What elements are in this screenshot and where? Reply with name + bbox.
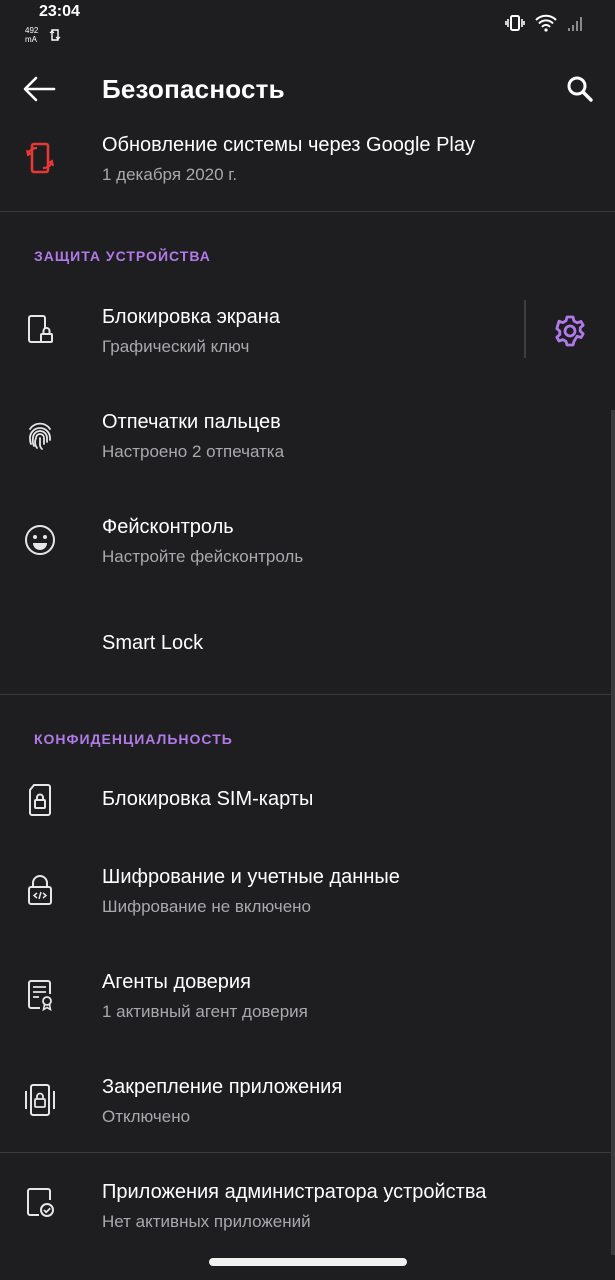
list-item-fingerprints[interactable]: Отпечатки пальцев Настроено 2 отпечатка [0,395,615,479]
encryption-icon [22,872,58,908]
app-pin-icon [22,1082,58,1118]
face-icon [22,522,58,558]
list-item-encryption[interactable]: Шифрование и учетные данные Шифрование н… [0,850,615,934]
item-subtitle: Настройте фейсконтроль [102,547,304,566]
item-subtitle: Графический ключ [102,337,250,356]
list-item-system-update[interactable]: Обновление системы через Google Play 1 д… [0,128,615,212]
item-title: Отпечатки пальцев [102,411,281,433]
wifi-icon [535,14,557,32]
page-title: Безопасность [102,74,285,104]
search-button[interactable] [565,74,597,106]
vertical-separator [524,300,526,358]
list-item-smart-lock[interactable]: Smart Lock [0,610,615,680]
item-subtitle: Нет активных приложений [102,1212,311,1231]
status-current: 492 mA [25,26,39,44]
trust-agent-icon [22,977,58,1013]
rotate-icon [49,28,61,42]
gear-icon [552,313,588,349]
list-item-trust-agents[interactable]: Агенты доверия 1 активный агент доверия [0,955,615,1039]
item-title: Шифрование и учетные данные [102,866,400,888]
search-icon [565,74,597,104]
status-icons [505,14,585,32]
list-item-screen-lock[interactable]: Блокировка экрана Графический ключ [0,290,520,374]
item-title: Блокировка SIM-карты [102,788,314,810]
divider [0,1152,615,1153]
item-title: Фейсконтроль [102,516,234,538]
gesture-nav-handle[interactable] [209,1258,407,1266]
section-header-device-protection: ЗАЩИТА УСТРОЙСТВА [34,248,211,264]
list-item-face-unlock[interactable]: Фейсконтроль Настройте фейсконтроль [0,500,615,584]
signal-icon [567,14,585,32]
item-title: Приложения администратора устройства [102,1181,487,1203]
item-title: Обновление системы через Google Play [102,134,475,156]
status-bar: 23:04 492 mA [0,0,615,52]
item-subtitle: Отключено [102,1107,191,1126]
list-item-sim-lock[interactable]: Блокировка SIM-карты [0,770,615,834]
status-time: 23:04 [39,3,80,20]
app-bar: Безопасность [0,52,615,128]
item-title: Закрепление приложения [102,1076,343,1098]
device-admin-icon [22,1185,58,1221]
item-title: Блокировка экрана [102,306,280,328]
item-subtitle: Настроено 2 отпечатка [102,442,285,461]
screen-lock-settings-button[interactable] [552,313,588,349]
list-item-device-admin-apps[interactable]: Приложения администратора устройства Нет… [0,1165,615,1249]
list-item-app-pinning[interactable]: Закрепление приложения Отключено [0,1060,615,1144]
item-title: Smart Lock [102,632,204,654]
back-arrow-icon [22,74,58,104]
item-title: Агенты доверия [102,971,251,993]
screen-lock-icon [22,312,58,348]
divider [0,694,615,695]
vibrate-icon [505,14,525,32]
section-header-privacy: КОНФИДЕНЦИАЛЬНОСТЬ [34,731,233,747]
item-subtitle: 1 декабря 2020 г. [102,165,238,184]
divider [0,211,615,212]
item-subtitle: Шифрование не включено [102,897,312,916]
scrollbar[interactable] [611,410,615,1255]
back-button[interactable] [22,74,58,106]
sim-lock-icon [22,782,58,818]
item-subtitle: 1 активный агент доверия [102,1002,308,1021]
fingerprint-icon [22,417,58,453]
system-update-icon [22,140,58,176]
